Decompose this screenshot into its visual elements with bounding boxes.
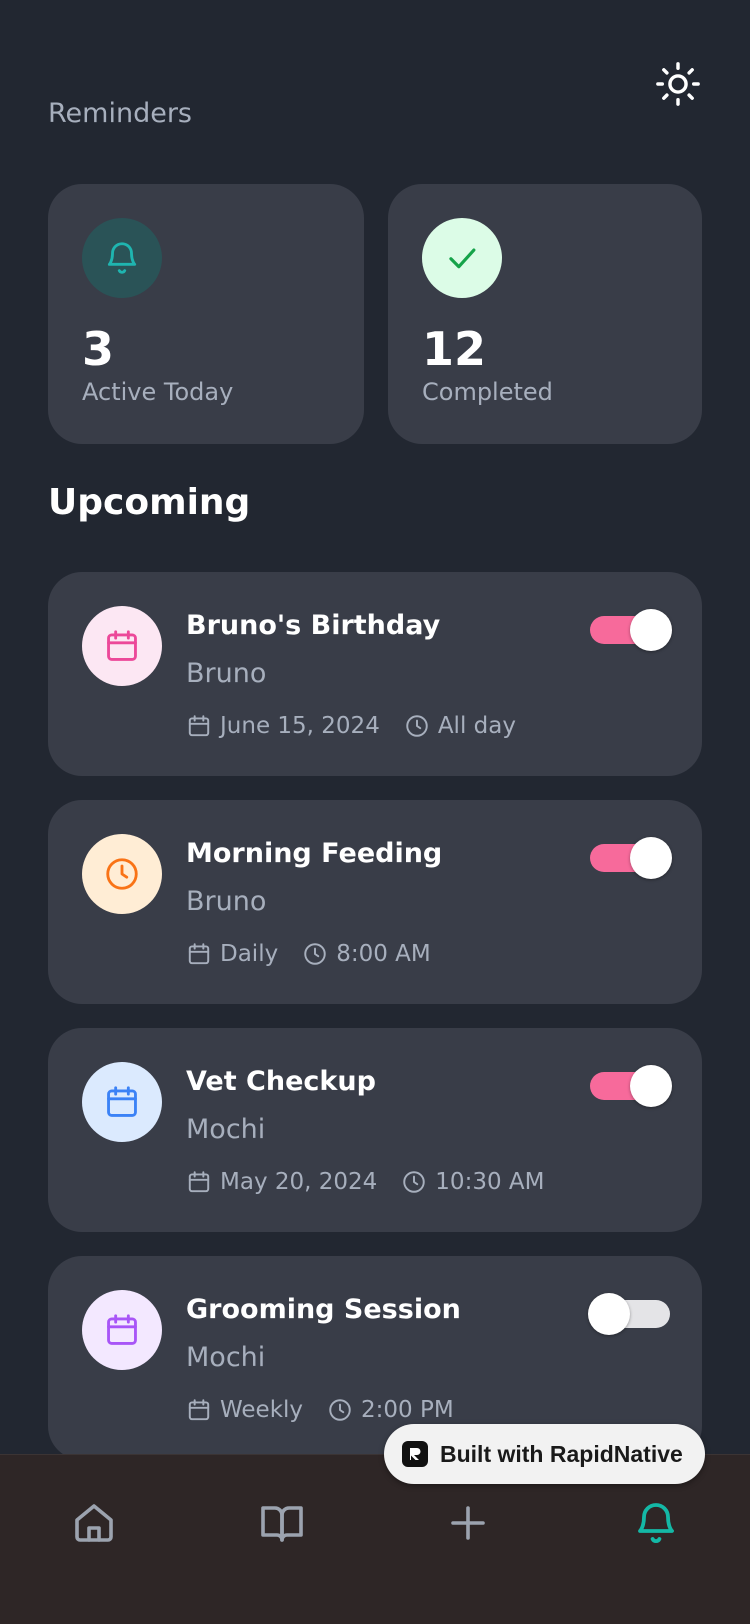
rapidnative-logo-icon xyxy=(402,1441,428,1467)
reminder-title: Vet Checkup xyxy=(186,1066,376,1097)
stat-value: 12 xyxy=(422,322,487,376)
section-title-upcoming: Upcoming xyxy=(48,482,251,523)
calendar-small-icon xyxy=(188,943,210,965)
clock-small-icon xyxy=(406,715,428,737)
nav-item-reminders[interactable] xyxy=(626,1493,686,1553)
reminder-title: Morning Feeding xyxy=(186,838,443,869)
reminder-time: 8:00 AM xyxy=(302,941,431,967)
reminder-icon-circle xyxy=(82,1062,162,1142)
reminder-date: Daily xyxy=(186,941,278,967)
reminder-meta: May 20, 2024 10:30 AM xyxy=(186,1166,544,1198)
clock-small-icon xyxy=(304,943,326,965)
toggle-knob xyxy=(630,1065,672,1107)
nav-item-home[interactable] xyxy=(64,1493,124,1553)
reminder-icon-circle xyxy=(82,606,162,686)
reminder-toggle[interactable] xyxy=(588,834,672,879)
reminder-time: 2:00 PM xyxy=(327,1397,454,1423)
reminder-title: Bruno's Birthday xyxy=(186,610,441,641)
reminder-toggle[interactable] xyxy=(588,606,672,651)
reminder-date-text: June 15, 2024 xyxy=(220,713,380,739)
reminder-date: June 15, 2024 xyxy=(186,713,380,739)
reminder-time-text: 10:30 AM xyxy=(435,1169,545,1195)
stat-label: Active Today xyxy=(82,378,234,406)
reminder-toggle[interactable] xyxy=(588,1062,672,1107)
stat-icon-circle xyxy=(82,218,162,298)
calendar-icon xyxy=(107,630,137,661)
reminder-time-text: 2:00 PM xyxy=(361,1397,454,1423)
reminder-card[interactable]: Vet Checkup Mochi May 20, 2024 10:30 AM xyxy=(48,1028,702,1232)
book-icon xyxy=(261,1506,303,1542)
reminder-icon-circle xyxy=(82,834,162,914)
theme-toggle-button[interactable] xyxy=(650,56,706,112)
home-icon xyxy=(75,1504,113,1542)
clock-small-icon xyxy=(329,1399,351,1421)
sun-icon xyxy=(656,62,700,106)
reminder-meta: June 15, 2024 All day xyxy=(186,710,516,742)
built-with-badge[interactable]: Built with RapidNative xyxy=(384,1424,705,1484)
reminder-pet: Bruno xyxy=(186,886,267,917)
stat-icon-circle xyxy=(422,218,502,298)
check-icon xyxy=(449,248,476,269)
reminder-card[interactable]: Morning Feeding Bruno Daily 8:00 AM xyxy=(48,800,702,1004)
stat-label: Completed xyxy=(422,378,553,406)
reminder-pet: Mochi xyxy=(186,1114,266,1145)
calendar-small-icon xyxy=(188,1399,210,1421)
calendar-icon xyxy=(107,1314,137,1345)
toggle-knob xyxy=(588,1293,630,1335)
reminder-date-text: Weekly xyxy=(220,1397,304,1423)
reminder-date-text: Daily xyxy=(220,941,279,967)
bell-icon xyxy=(638,1503,674,1543)
stat-card-active-today: 3 Active Today xyxy=(48,184,364,444)
reminder-meta: Weekly 2:00 PM xyxy=(186,1394,454,1426)
reminder-date: May 20, 2024 xyxy=(186,1169,377,1195)
plus-icon xyxy=(451,1506,485,1540)
reminder-toggle[interactable] xyxy=(588,1290,672,1335)
reminder-time-text: All day xyxy=(437,713,516,739)
reminders-screen: Reminders 3 Active Today 12 Completed Up… xyxy=(0,0,750,1624)
calendar-small-icon xyxy=(188,715,210,737)
rapidnative-mark xyxy=(410,1448,421,1460)
toggle-knob xyxy=(630,837,672,879)
badge-text: Built with RapidNative xyxy=(440,1440,683,1467)
reminder-time-text: 8:00 AM xyxy=(336,941,431,967)
clock-icon xyxy=(106,858,138,890)
reminder-pet: Bruno xyxy=(186,658,267,689)
reminder-title: Grooming Session xyxy=(186,1294,461,1325)
nav-item-guide[interactable] xyxy=(252,1493,312,1553)
reminder-date: Weekly xyxy=(186,1397,303,1423)
reminder-time: All day xyxy=(404,713,516,739)
bell-icon xyxy=(107,242,137,274)
reminder-meta: Daily 8:00 AM xyxy=(186,938,431,970)
reminder-time: 10:30 AM xyxy=(401,1169,544,1195)
nav-item-add[interactable] xyxy=(438,1493,498,1553)
reminder-icon-circle xyxy=(82,1290,162,1370)
reminder-date-text: May 20, 2024 xyxy=(220,1169,378,1195)
stat-value: 3 xyxy=(82,322,115,376)
clock-small-icon xyxy=(403,1171,426,1193)
reminder-pet: Mochi xyxy=(186,1342,266,1373)
stat-card-completed: 12 Completed xyxy=(388,184,702,444)
calendar-small-icon xyxy=(188,1171,210,1193)
reminder-card[interactable]: Bruno's Birthday Bruno June 15, 2024 All… xyxy=(48,572,702,776)
toggle-knob xyxy=(630,609,672,651)
page-subtitle: Reminders xyxy=(48,98,192,129)
calendar-icon xyxy=(107,1086,137,1117)
